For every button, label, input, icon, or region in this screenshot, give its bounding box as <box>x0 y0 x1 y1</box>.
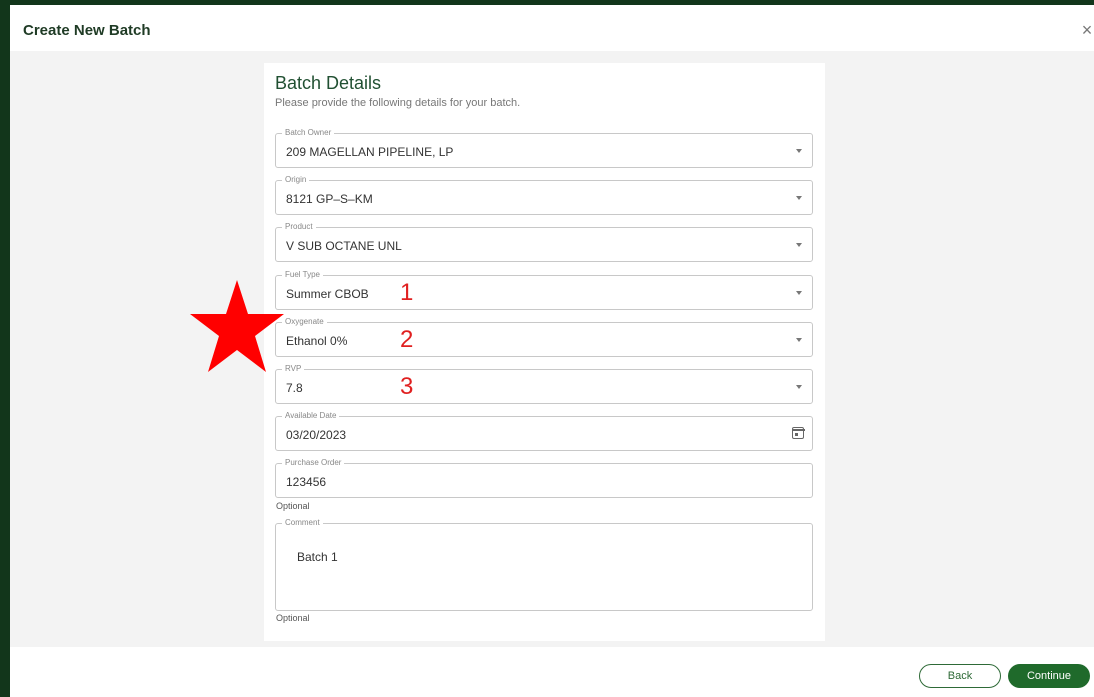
comment-helper: Optional <box>276 613 310 623</box>
rvp-value: 7.8 <box>286 381 303 395</box>
product-value: V SUB OCTANE UNL <box>286 239 402 253</box>
batch-owner-value: 209 MAGELLAN PIPELINE, LP <box>286 145 454 159</box>
dialog-body: Batch Details Please provide the followi… <box>10 51 1094 647</box>
purchase-order-helper: Optional <box>276 501 310 511</box>
calendar-icon[interactable] <box>791 427 805 439</box>
product-select[interactable]: Product V SUB OCTANE UNL <box>275 222 813 262</box>
comment-label: Comment <box>282 518 323 528</box>
oxygenate-select[interactable]: Oxygenate Ethanol 0% <box>275 317 813 357</box>
fuel-type-label: Fuel Type <box>282 270 323 280</box>
back-button[interactable]: Back <box>919 664 1001 688</box>
purchase-order-value: 123456 <box>286 475 327 489</box>
purchase-order-input[interactable]: Purchase Order 123456 <box>275 458 813 498</box>
red-star-icon <box>190 280 284 372</box>
chevron-down-icon <box>796 385 802 389</box>
card-subtitle: Please provide the following details for… <box>275 97 521 109</box>
origin-select[interactable]: Origin 8121 GP–S–KM <box>275 175 813 215</box>
dialog-header: Create New Batch × <box>10 5 1094 51</box>
chevron-down-icon <box>796 196 802 200</box>
batch-owner-select[interactable]: Batch Owner 209 MAGELLAN PIPELINE, LP <box>275 128 813 168</box>
fuel-type-select[interactable]: Fuel Type Summer CBOB <box>275 270 813 310</box>
dialog-title: Create New Batch <box>23 22 151 39</box>
comment-value: Batch 1 <box>297 550 338 564</box>
annotation-marker-1: 1 <box>400 279 414 306</box>
origin-value: 8121 GP–S–KM <box>286 192 373 206</box>
available-date-label: Available Date <box>282 411 340 421</box>
rvp-select[interactable]: RVP 7.8 <box>275 364 813 404</box>
purchase-order-label: Purchase Order <box>282 458 345 468</box>
close-icon[interactable]: × <box>1079 21 1094 39</box>
available-date-value: 03/20/2023 <box>286 428 347 442</box>
comment-textarea[interactable]: Comment Batch 1 <box>275 518 813 611</box>
oxygenate-label: Oxygenate <box>282 317 327 327</box>
chevron-down-icon <box>796 338 802 342</box>
origin-label: Origin <box>282 175 310 185</box>
batch-owner-label: Batch Owner <box>282 128 335 138</box>
chevron-down-icon <box>796 149 802 153</box>
annotation-marker-2: 2 <box>400 326 414 353</box>
annotation-marker-3: 3 <box>400 373 414 400</box>
batch-details-card: Batch Details Please provide the followi… <box>264 63 825 641</box>
card-title: Batch Details <box>275 73 382 93</box>
chevron-down-icon <box>796 243 802 247</box>
continue-button[interactable]: Continue <box>1008 664 1090 688</box>
product-label: Product <box>282 222 316 232</box>
dialog-footer: Back Continue <box>10 647 1094 697</box>
oxygenate-value: Ethanol 0% <box>286 334 348 348</box>
chevron-down-icon <box>796 291 802 295</box>
available-date-input[interactable]: Available Date 03/20/2023 <box>275 411 813 451</box>
fuel-type-value: Summer CBOB <box>286 287 369 301</box>
